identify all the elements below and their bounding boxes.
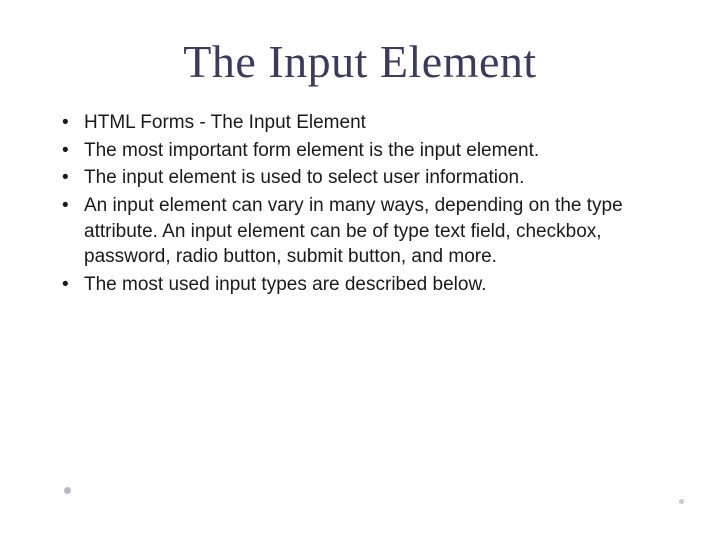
list-item: The input element is used to select user…: [58, 165, 670, 191]
list-item: The most important form element is the i…: [58, 138, 670, 164]
list-item: The most used input types are described …: [58, 272, 670, 298]
list-item: HTML Forms - The Input Element: [58, 110, 670, 136]
slide-title: The Input Element: [50, 35, 670, 88]
decorative-dot-icon: [679, 499, 684, 504]
slide: The Input Element HTML Forms - The Input…: [0, 0, 720, 540]
bullet-list: HTML Forms - The Input Element The most …: [50, 110, 670, 297]
list-item: An input element can vary in many ways, …: [58, 193, 670, 270]
decorative-dot-icon: [64, 487, 71, 494]
